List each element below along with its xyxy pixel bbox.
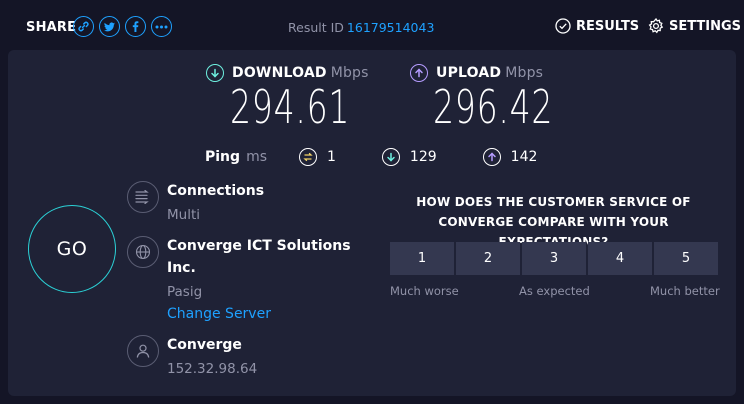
download-arrow-icon (206, 64, 224, 82)
provider-ip: 152.32.98.64 (167, 361, 258, 377)
settings-label: SETTINGS (669, 18, 742, 34)
link-icon[interactable] (73, 16, 94, 37)
upload-speed-value: 296.42 (433, 80, 554, 134)
ping-unit: ms (246, 149, 267, 165)
upload-ping-icon (482, 148, 501, 166)
result-id: Result ID 16179514043 (288, 20, 434, 35)
ping-upload: 142 (482, 148, 538, 166)
download-unit: Mbps (330, 65, 369, 81)
ping-download: 129 (381, 148, 437, 166)
server-location: Pasig (167, 284, 203, 300)
connections-title: Connections (167, 183, 265, 199)
provider-name: Converge (167, 337, 242, 353)
server-name: Converge ICT Solutions Inc. (167, 238, 351, 276)
scale-high-label: Much better (650, 284, 720, 298)
download-speed-value: 294.61 (230, 80, 351, 134)
twitter-icon[interactable] (99, 16, 120, 37)
connections-icon (127, 181, 159, 213)
scale-low-label: Much worse (390, 284, 459, 298)
rating-option-5[interactable]: 5 (654, 242, 718, 275)
result-id-link[interactable]: 16179514043 (347, 20, 434, 35)
scale-mid-label: As expected (519, 284, 590, 298)
go-button[interactable]: GO (28, 205, 116, 293)
user-icon (127, 335, 159, 367)
connections-value: Multi (167, 207, 200, 223)
change-server-link[interactable]: Change Server (167, 306, 271, 322)
ping-upload-value: 142 (510, 149, 538, 165)
upload-arrow-icon (410, 64, 428, 82)
top-bar: SHARE Result ID 16179514043 RESULTS SETTI… (0, 0, 744, 52)
results-button[interactable]: RESULTS (555, 18, 639, 34)
rating-option-2[interactable]: 2 (456, 242, 520, 275)
upload-label: UPLOAD (436, 65, 502, 81)
settings-button[interactable]: SETTINGS (648, 18, 741, 34)
share-icons (73, 16, 172, 37)
result-id-label: Result ID (288, 20, 344, 35)
jitter-icon (299, 148, 317, 166)
ping-jitter-value: 1 (327, 149, 336, 165)
gear-icon (648, 18, 664, 34)
ping-row: Ping ms 1 129 142 (205, 148, 583, 166)
ping-label: Ping (205, 149, 241, 165)
rating-row: 1 2 3 4 5 (390, 242, 718, 275)
rating-option-1[interactable]: 1 (390, 242, 454, 275)
upload-unit: Mbps (505, 65, 544, 81)
ping-jitter: 1 (299, 148, 336, 166)
check-circle-icon (555, 18, 571, 34)
download-label: DOWNLOAD (232, 65, 327, 81)
rating-option-4[interactable]: 4 (588, 242, 652, 275)
share-label: SHARE (26, 20, 77, 35)
globe-icon (127, 236, 159, 268)
more-icon[interactable] (151, 16, 172, 37)
rating-option-3[interactable]: 3 (522, 242, 586, 275)
ping-download-value: 129 (409, 149, 437, 165)
facebook-icon[interactable] (125, 16, 146, 37)
download-ping-icon (381, 148, 400, 166)
results-label: RESULTS (576, 18, 640, 34)
